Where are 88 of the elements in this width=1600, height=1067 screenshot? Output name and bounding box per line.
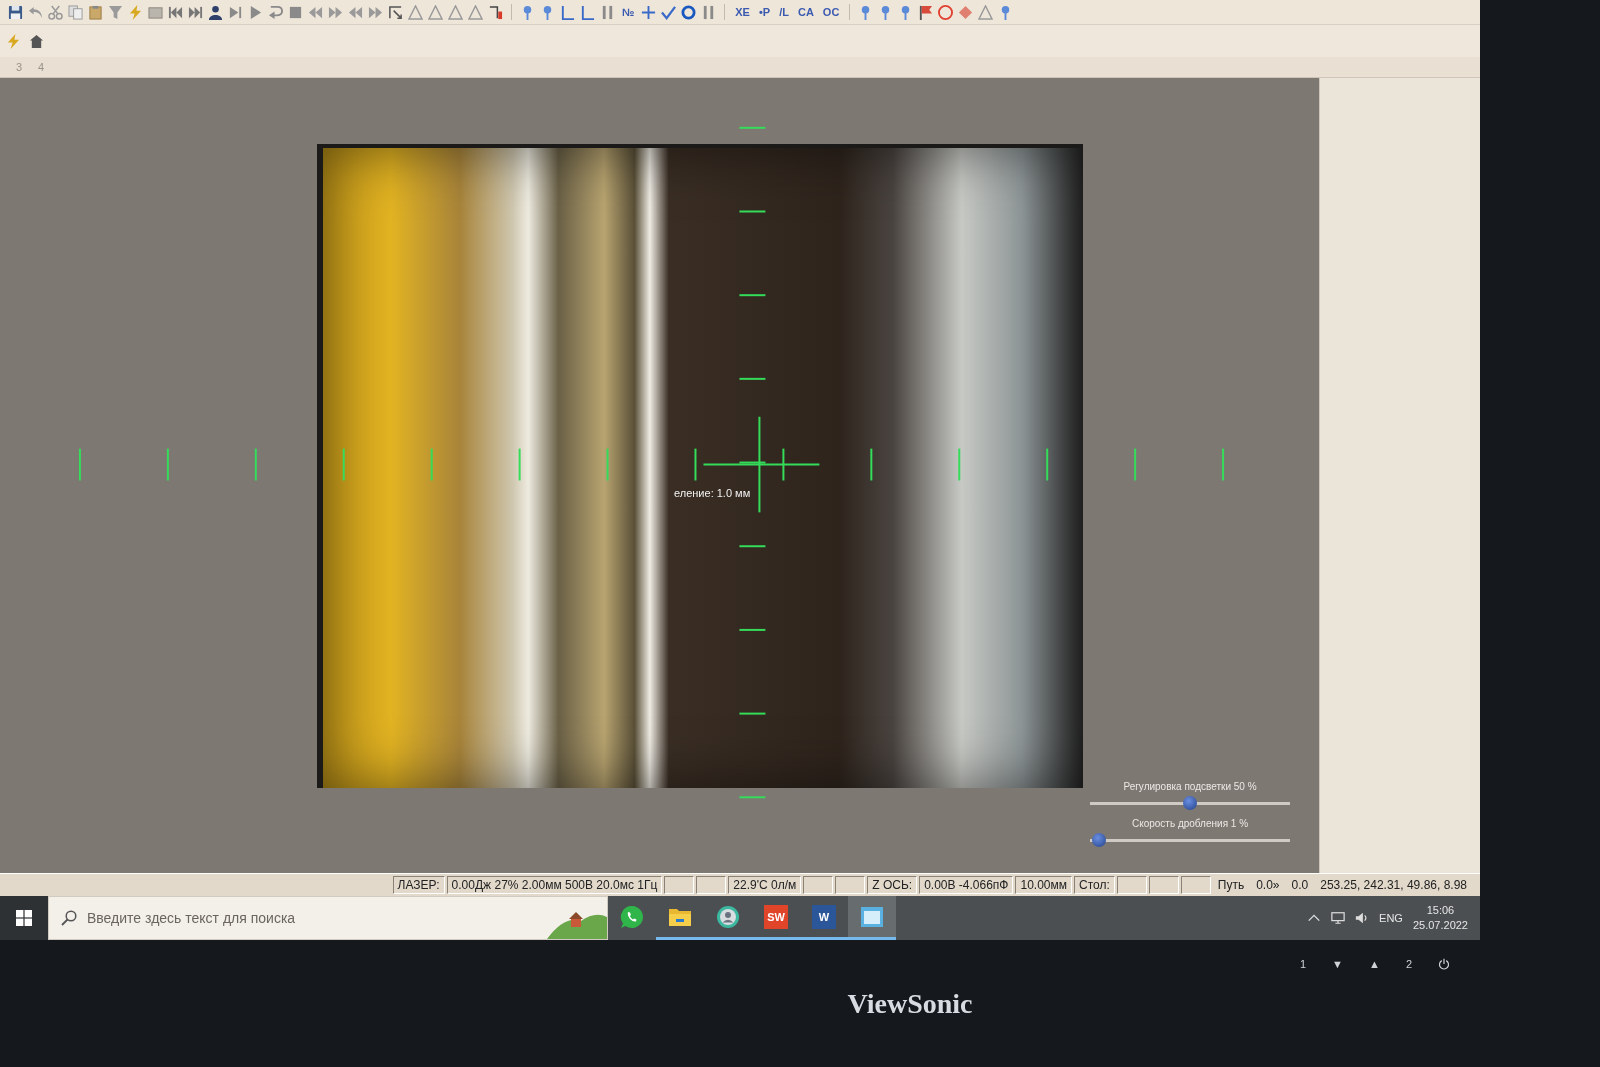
funnel-icon[interactable] — [108, 4, 123, 20]
monitor-button-label[interactable]: ▼ — [1332, 958, 1343, 970]
corner-arrow-icon[interactable] — [388, 4, 403, 20]
status-text: 0.0 — [1290, 878, 1310, 892]
return-arrow-icon[interactable] — [268, 4, 283, 20]
status-text: Путь — [1216, 878, 1246, 892]
copy-icon[interactable] — [68, 4, 83, 20]
empty-status-cell — [1148, 876, 1179, 894]
angle-icon[interactable] — [560, 4, 575, 20]
brand-logo: ViewSonic — [847, 987, 973, 1020]
scale-label: еление: 1.0 мм — [674, 487, 751, 499]
empty-status-cell — [835, 876, 866, 894]
toolbar-button[interactable]: CA — [795, 6, 816, 18]
empty-status-cell — [1180, 876, 1211, 894]
empty-status-cell — [1116, 876, 1147, 894]
angle-icon[interactable] — [580, 4, 595, 20]
status-cell: 22.9'C 0л/м — [728, 876, 802, 894]
skip-forward-icon[interactable] — [188, 4, 203, 20]
power-icon[interactable] — [1438, 958, 1450, 970]
empty-status-cell — [803, 876, 834, 894]
crosshair-icon[interactable] — [641, 4, 657, 20]
status-cell: ЛАЗЕР: — [392, 876, 445, 894]
flag-icon[interactable] — [918, 4, 934, 20]
status-text: 0.0» — [1255, 878, 1281, 892]
bracket-icon[interactable] — [488, 4, 503, 20]
house-icon[interactable] — [29, 33, 44, 49]
search-box[interactable]: Введите здесь текст для поиска — [48, 896, 608, 940]
triangle-icon[interactable] — [468, 4, 483, 20]
slider-label: Скорость дробления 1 % — [1131, 818, 1249, 829]
triangle-icon[interactable] — [408, 4, 423, 20]
toolbar-button[interactable]: •P — [756, 6, 773, 18]
status-text: 253.25, 242.31, 49.86, 8.98 — [1319, 878, 1468, 892]
fast-forward-icon[interactable] — [368, 4, 383, 20]
diamond-icon[interactable] — [958, 4, 974, 20]
lightning-icon[interactable] — [128, 4, 143, 20]
pause-icon[interactable] — [600, 4, 615, 20]
monitor-button-label[interactable]: 1 — [1299, 958, 1307, 970]
search-icon — [61, 910, 77, 926]
clock-time[interactable]: 15:06 — [1426, 903, 1455, 918]
rewind-icon[interactable] — [308, 4, 323, 20]
triangle-icon[interactable] — [978, 4, 994, 20]
clock-date[interactable]: 25.07.2022 — [1412, 918, 1468, 933]
person-icon[interactable] — [208, 4, 223, 20]
status-cell: 10.00мм — [1015, 876, 1072, 894]
circle-icon[interactable] — [938, 4, 954, 20]
toolbar-button[interactable]: /L — [777, 6, 791, 18]
ring-icon[interactable] — [681, 4, 697, 20]
status-cell: Стол: — [1074, 876, 1115, 894]
status-cell: Z ОСЬ: — [867, 876, 918, 894]
window-icon — [860, 904, 884, 929]
skip-back-icon[interactable] — [168, 4, 183, 20]
lightning-icon[interactable] — [6, 33, 21, 49]
check-icon[interactable] — [661, 4, 677, 20]
triangle-icon[interactable] — [448, 4, 463, 20]
status-cell: 0.00Дж 27% 2.00мм 500В 20.0мс 1Гц — [446, 876, 663, 894]
clipboard-icon[interactable] — [88, 4, 103, 20]
app-logo: W — [812, 904, 836, 929]
toolbar-button[interactable]: XE — [733, 6, 752, 18]
chat-bubble-icon — [620, 904, 644, 929]
triangle-icon[interactable] — [428, 4, 443, 20]
windows-logo-icon — [16, 910, 32, 926]
empty-status-cell — [696, 876, 727, 894]
language-indicator[interactable]: ENG — [1379, 912, 1403, 924]
start-button[interactable] — [0, 896, 48, 940]
monitor-button-label[interactable]: ▲ — [1369, 958, 1380, 970]
empty-status-cell — [664, 876, 695, 894]
play-icon[interactable] — [248, 4, 263, 20]
search-field[interactable]: Введите здесь текст для поиска — [85, 904, 539, 932]
undo-icon[interactable] — [28, 4, 43, 20]
slider-thumb[interactable] — [1183, 796, 1197, 810]
slider-label: Регулировка подсветки 50 % — [1123, 781, 1257, 792]
toolbar-button[interactable]: № — [620, 6, 637, 18]
status-cell: 0.00В -4.066пФ — [919, 876, 1014, 894]
taskbar-app-button[interactable] — [848, 896, 896, 940]
rewind-icon[interactable] — [348, 4, 363, 20]
scissors-icon[interactable] — [48, 4, 63, 20]
ruler-label: 4 — [36, 60, 46, 75]
person-circle-icon — [716, 904, 740, 929]
app-logo: SW — [764, 904, 788, 929]
stop-icon[interactable] — [288, 4, 303, 20]
network-icon[interactable] — [1331, 911, 1346, 925]
monitor-button-label[interactable]: 2 — [1405, 958, 1412, 970]
slider-thumb[interactable] — [1091, 833, 1106, 847]
rectangle-icon[interactable] — [148, 4, 163, 20]
ruler-label: 3 — [14, 60, 24, 75]
toolbar-button[interactable]: OC — [820, 6, 842, 18]
step-forward-icon[interactable] — [228, 4, 243, 20]
fast-forward-icon[interactable] — [328, 4, 343, 20]
